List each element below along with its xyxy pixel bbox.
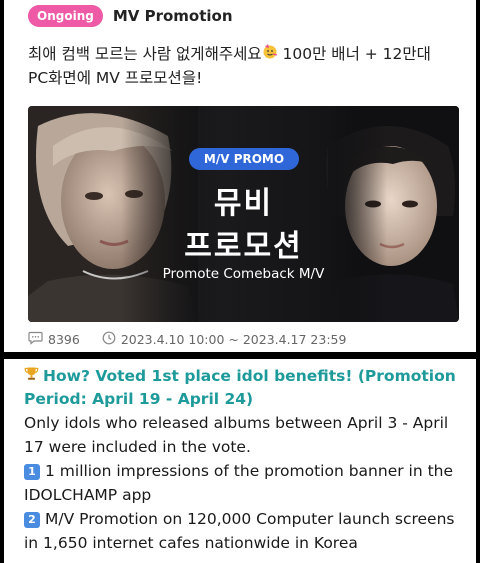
post-line-1: Only idols who released albums between A… — [24, 414, 449, 456]
banner-headline-2: 프로모션 — [184, 229, 303, 264]
card-description: 최애 컴백 모르는 사람 없게해주세요 100만 배너 + 12만대 PC화면에… — [28, 42, 458, 90]
post-heading-text: How? Voted 1st place idol benefits! (Pro… — [24, 367, 456, 408]
banner-headline-1: 뮤비 — [213, 186, 274, 221]
post-item-2-text: M/V Promotion on 120,000 Computer launch… — [24, 510, 455, 552]
post-heading: How? Voted 1st place idol benefits! (Pro… — [24, 365, 466, 411]
clock-icon — [102, 331, 121, 348]
keycap-1-icon: 1 — [24, 464, 40, 480]
post-item-2: 2 M/V Promotion on 120,000 Computer launc… — [24, 507, 466, 555]
comment-count: 8396 — [48, 332, 80, 347]
desc-text-1: 최애 컴백 모르는 사람 없게해주세요 — [28, 45, 262, 63]
promotion-card[interactable]: Ongoing MV Promotion 최애 컴백 모르는 사람 없게해주세요… — [4, 0, 476, 352]
keycap-2-icon: 2 — [24, 512, 40, 528]
desc-text-2: 100만 배너 + 12만대 — [277, 45, 431, 63]
post-item-1-text: 1 million impressions of the promotion b… — [24, 462, 454, 504]
desc-text-3: PC화면에 MV 프로모션을! — [28, 69, 203, 87]
status-badge: Ongoing — [28, 5, 103, 27]
date-range: 2023.4.10 10:00 ~ 2023.4.17 23:59 — [120, 332, 347, 347]
party-face-icon — [262, 42, 278, 66]
card-title: MV Promotion — [112, 7, 233, 25]
banner-subtitle: Promote Comeback M/V — [162, 266, 325, 282]
trophy-icon — [24, 365, 39, 388]
post-item-1: 11 million impressions of the promotion … — [24, 459, 466, 507]
post-body: How? Voted 1st place idol benefits! (Pro… — [4, 359, 476, 563]
promo-pill: M/V PROMO — [189, 148, 299, 170]
card-meta: 8396 2023.4.10 10:00 ~ 2023.4.17 23:59 — [28, 331, 346, 348]
comment-icon — [28, 331, 48, 348]
card-header: Ongoing MV Promotion — [28, 5, 233, 27]
promo-banner-image[interactable]: M/V PROMO 뮤비 프로모션 Promote Comeback M/V — [28, 106, 459, 322]
